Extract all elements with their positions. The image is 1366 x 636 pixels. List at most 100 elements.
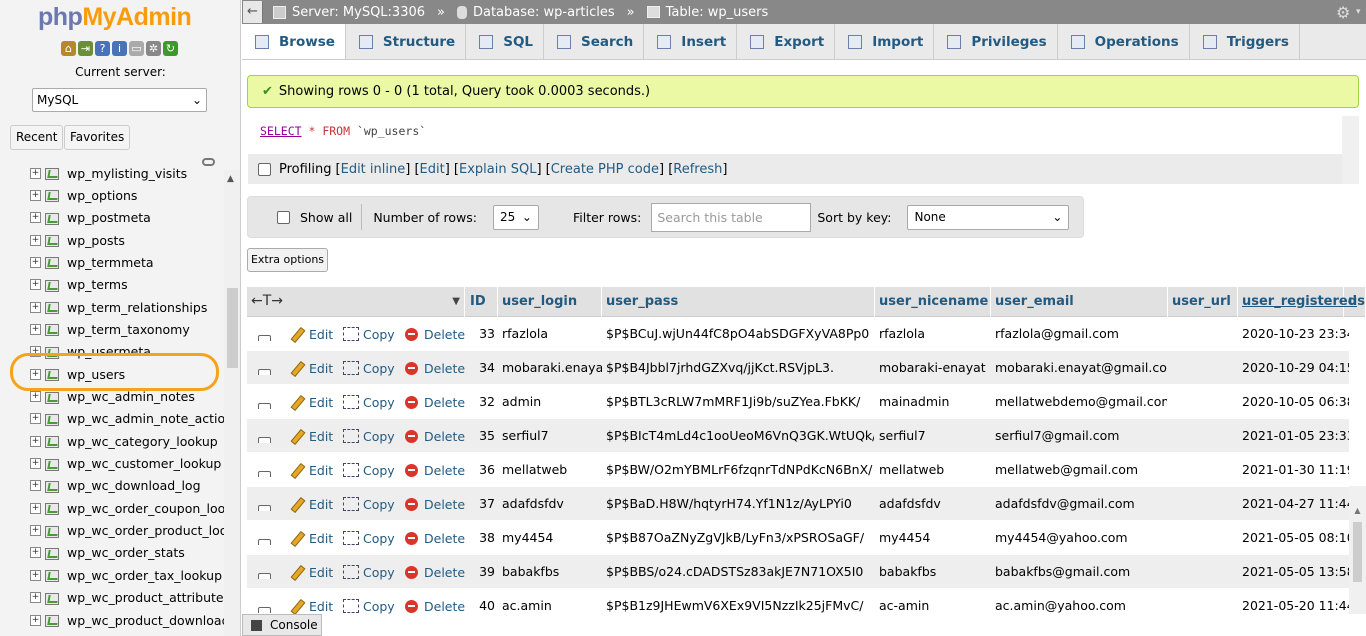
- sidebar-table-label[interactable]: wp_wc_order_coupon_look: [67, 501, 224, 516]
- scroll-up-icon[interactable]: ▲: [1349, 506, 1366, 515]
- edit-link[interactable]: Edit: [290, 385, 333, 419]
- table-icon[interactable]: [43, 613, 61, 627]
- recent-button[interactable]: Recent: [10, 125, 64, 150]
- sidebar-table-item[interactable]: + wp_postmeta: [30, 208, 151, 228]
- tab-browse[interactable]: Browse: [242, 24, 346, 59]
- sidebar-table-label[interactable]: wp_mylisting_visits: [67, 166, 187, 181]
- cell-user-url[interactable]: [1172, 419, 1238, 453]
- edit-inline-link[interactable]: Edit inline: [341, 162, 406, 177]
- expand-icon[interactable]: +: [30, 391, 41, 402]
- sidebar-table-item[interactable]: + wp_term_taxonomy: [30, 319, 190, 339]
- sidebar-table-item[interactable]: + wp_posts: [30, 230, 125, 250]
- sidebar-table-label[interactable]: wp_posts: [67, 233, 125, 248]
- table-scrollbar[interactable]: ▲: [1349, 486, 1366, 614]
- cell-user-url[interactable]: [1172, 317, 1238, 351]
- cell-id[interactable]: 36: [469, 453, 495, 487]
- exit-icon[interactable]: ⇥: [78, 41, 93, 56]
- cell-user-pass[interactable]: $P$B87OaZNyZgVJkB/LyFn3/xPSROSaGF/: [606, 521, 874, 555]
- row-checkbox[interactable]: [258, 505, 271, 511]
- cell-user-login[interactable]: rfazlola: [502, 317, 602, 351]
- cell-user-nicename[interactable]: my4454: [879, 521, 991, 555]
- table-icon[interactable]: [43, 546, 61, 560]
- edit-link[interactable]: Edit: [290, 487, 333, 521]
- copy-link[interactable]: Copy: [343, 385, 395, 419]
- cell-id[interactable]: 35: [469, 419, 495, 453]
- cell-user-email[interactable]: mellatweb@gmail.com: [995, 453, 1167, 487]
- cell-user-pass[interactable]: $P$BCuJ.wjUn44fC8pO4abSDGFXyVA8Pp0: [606, 317, 874, 351]
- delete-link[interactable]: Delete: [405, 589, 465, 623]
- sidebar-table-item[interactable]: + wp_wc_admin_note_action: [30, 409, 224, 429]
- expand-icon[interactable]: +: [30, 413, 41, 425]
- cell-user-url[interactable]: [1172, 351, 1238, 385]
- cell-user-email[interactable]: babakfbs@gmail.com: [995, 555, 1167, 589]
- cell-user-registered[interactable]: 2020-10-29 04:15:5: [1242, 351, 1349, 385]
- edit-link[interactable]: Edit: [290, 351, 333, 385]
- table-icon[interactable]: [43, 390, 61, 404]
- table-icon[interactable]: [43, 479, 61, 493]
- cell-user-pass[interactable]: $P$BTL3cRLW7mMRF1Ji9b/suZYea.FbKK/: [606, 385, 874, 419]
- num-rows-select[interactable]: 25 ⌄: [492, 204, 539, 230]
- cell-user-nicename[interactable]: serfiul7: [879, 419, 991, 453]
- sidebar-table-item[interactable]: + wp_wc_product_download_: [30, 610, 224, 630]
- row-checkbox[interactable]: [258, 437, 271, 443]
- cell-id[interactable]: 38: [469, 521, 495, 555]
- edit-link[interactable]: Edit: [290, 317, 333, 351]
- scroll-thumb[interactable]: [227, 288, 238, 368]
- delete-link[interactable]: Delete: [405, 385, 465, 419]
- tab-sql[interactable]: SQL: [466, 24, 545, 59]
- sidebar-table-item[interactable]: + wp_wc_customer_lookup: [30, 454, 221, 474]
- cell-id[interactable]: 39: [469, 555, 495, 589]
- cell-user-login[interactable]: ac.amin: [502, 589, 602, 623]
- tab-export[interactable]: Export: [737, 24, 836, 59]
- cell-user-pass[interactable]: $P$BBS/o24.cDADSTSz83akJE7N71OX5I0: [606, 555, 874, 589]
- sidebar-table-label[interactable]: wp_terms: [67, 277, 128, 292]
- docs-icon[interactable]: ?: [95, 41, 110, 56]
- scroll-thumb[interactable]: [1353, 522, 1362, 582]
- gear-icon[interactable]: ✲: [146, 41, 161, 56]
- sidebar-table-label[interactable]: wp_term_relationships: [67, 300, 207, 315]
- cell-user-url[interactable]: [1172, 453, 1238, 487]
- expand-icon[interactable]: +: [30, 614, 41, 626]
- cell-user-nicename[interactable]: mobaraki-enayat: [879, 351, 991, 385]
- collapse-nav-button[interactable]: ←: [243, 1, 263, 23]
- cell-user-pass[interactable]: $P$BaD.H8W/hqtyrH74.Yf1N1z/AyLPYi0: [606, 487, 874, 521]
- scroll-up-icon[interactable]: ▲: [227, 174, 234, 184]
- cell-user-registered[interactable]: 2020-10-05 06:38:3: [1242, 385, 1349, 419]
- menu-arrow-icon[interactable]: ▾: [1356, 0, 1366, 24]
- sort-arrow-icon[interactable]: ▼: [452, 287, 460, 316]
- copy-link[interactable]: Copy: [343, 487, 395, 521]
- expand-icon[interactable]: +: [30, 525, 41, 537]
- row-checkbox[interactable]: [258, 403, 271, 409]
- sidebar-table-label[interactable]: wp_termmeta: [67, 255, 154, 270]
- cell-user-login[interactable]: mobaraki.enayat: [502, 351, 602, 385]
- table-icon[interactable]: [43, 524, 61, 538]
- col-user-nicename[interactable]: user_nicename: [875, 287, 991, 317]
- sidebar-table-item[interactable]: + wp_wc_category_lookup: [30, 431, 218, 451]
- copy-link[interactable]: Copy: [343, 453, 395, 487]
- expand-icon[interactable]: +: [30, 480, 41, 492]
- row-checkbox[interactable]: [258, 471, 271, 477]
- cell-user-login[interactable]: my4454: [502, 521, 602, 555]
- sidebar-table-label[interactable]: wp_postmeta: [67, 210, 151, 225]
- table-icon[interactable]: [43, 457, 61, 471]
- cell-user-nicename[interactable]: mellatweb: [879, 453, 991, 487]
- sidebar-table-item[interactable]: + wp_wc_order_stats: [30, 543, 185, 563]
- cell-user-email[interactable]: mobaraki.enayat@gmail.com: [995, 351, 1167, 385]
- phpmyadmin-logo[interactable]: phpMyAdmin: [38, 3, 192, 32]
- cell-user-nicename[interactable]: mainadmin: [879, 385, 991, 419]
- expand-icon[interactable]: +: [30, 502, 41, 514]
- reload-icon[interactable]: ↻: [163, 41, 178, 56]
- cell-user-registered[interactable]: 2020-10-23 23:34:0: [1242, 317, 1349, 351]
- sql-keyword[interactable]: SELECT: [260, 124, 302, 138]
- copy-icon[interactable]: ▭: [129, 41, 144, 56]
- sidebar-table-item[interactable]: + wp_wc_order_product_look: [30, 521, 224, 541]
- delete-link[interactable]: Delete: [405, 555, 465, 589]
- sort-key-select[interactable]: None ⌄: [907, 204, 1070, 230]
- show-all-checkbox[interactable]: [277, 210, 290, 224]
- cell-user-registered[interactable]: 2021-04-27 11:44:3: [1242, 487, 1349, 521]
- expand-icon[interactable]: +: [30, 592, 41, 604]
- cell-id[interactable]: 40: [469, 589, 495, 623]
- sidebar-table-item[interactable]: + wp_wc_order_coupon_look: [30, 498, 224, 518]
- expand-icon[interactable]: +: [30, 234, 41, 246]
- cell-user-email[interactable]: adafdsfdv@gmail.com: [995, 487, 1167, 521]
